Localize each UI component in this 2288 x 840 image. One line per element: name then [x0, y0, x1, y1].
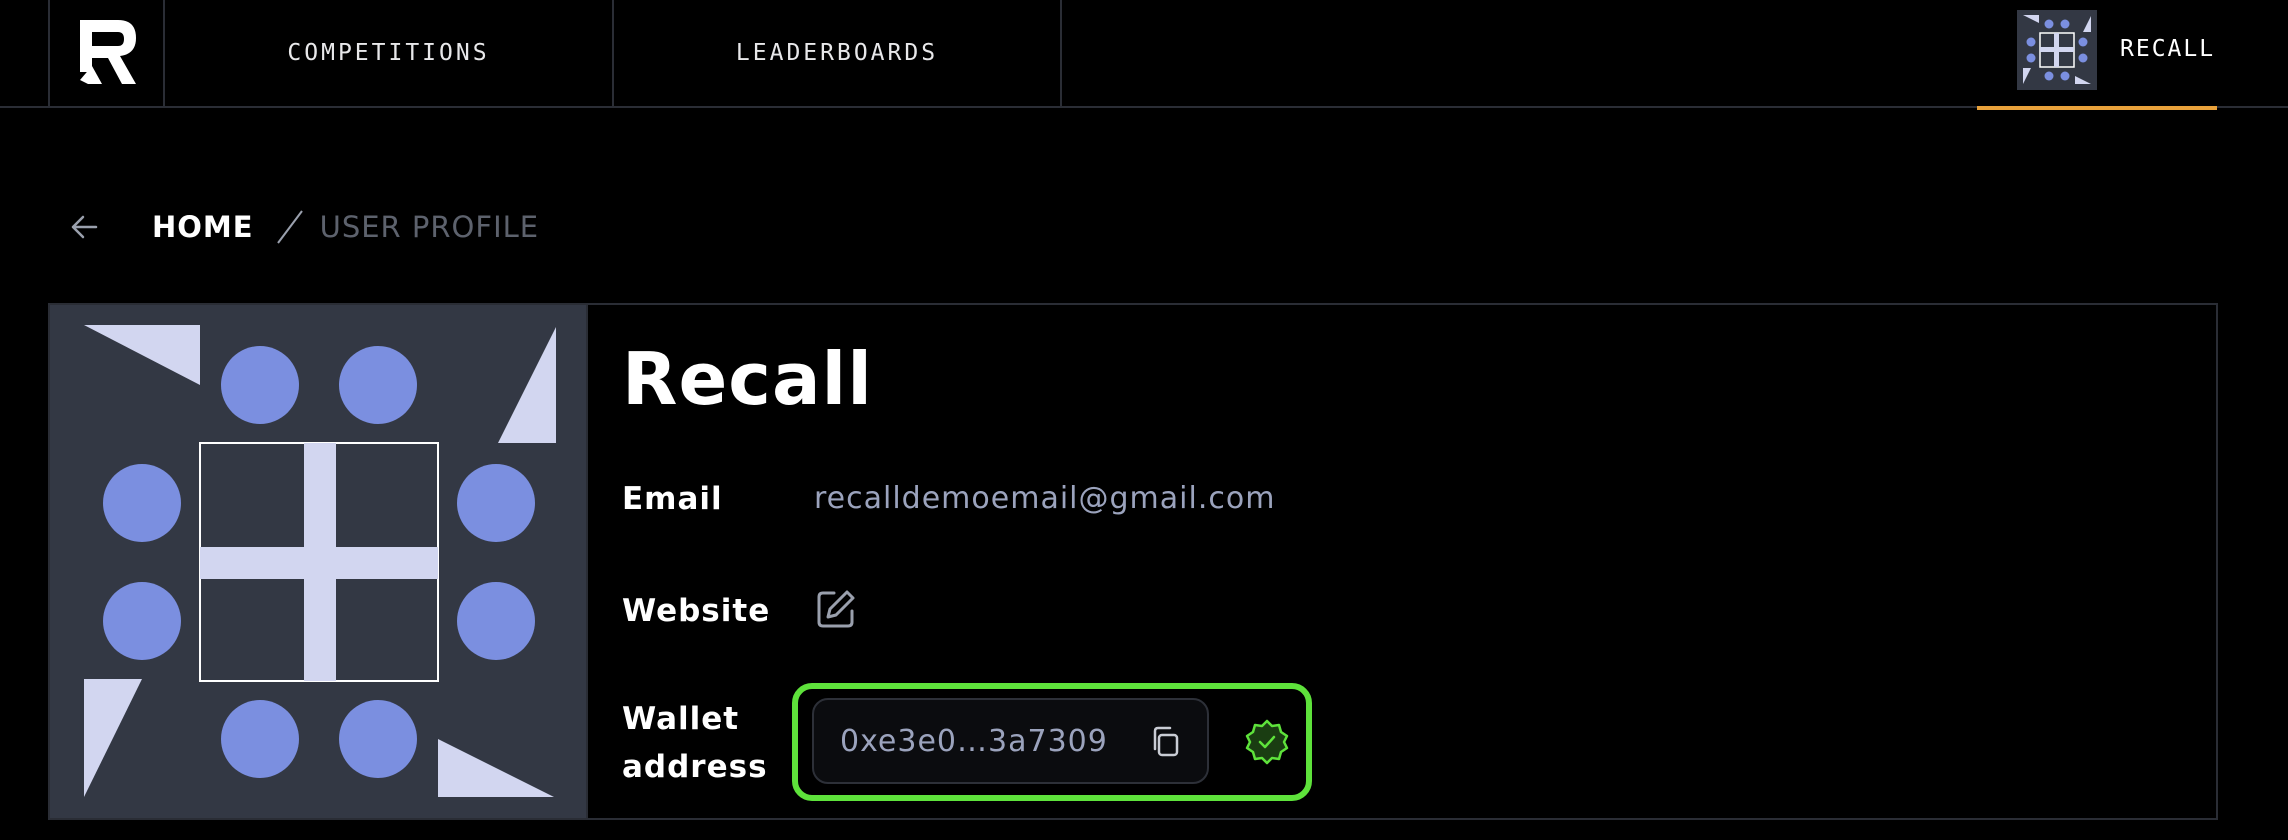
edit-icon	[817, 590, 855, 628]
user-name: RECALL	[2120, 36, 2216, 62]
wallet-address-field: 0xe3e0…3a7309	[812, 698, 1209, 784]
breadcrumb-home-link[interactable]: HOME	[152, 210, 254, 244]
email-label: Email	[622, 481, 723, 517]
verified-badge-icon	[1245, 719, 1289, 765]
logo[interactable]	[48, 0, 163, 106]
arrow-left-icon	[71, 215, 98, 239]
email-value: recalldemoemail@gmail.com	[814, 481, 1276, 516]
user-menu[interactable]: RECALL	[1977, 0, 2217, 110]
breadcrumb-separator-icon	[276, 210, 303, 244]
profile-avatar	[50, 305, 588, 818]
active-underline	[1977, 106, 2217, 110]
profile-card: Recall Email recalldemoemail@gmail.com W…	[48, 303, 2218, 820]
nav-competitions-label: COMPETITIONS	[287, 40, 490, 66]
website-label: Website	[622, 593, 771, 629]
wallet-address-value: 0xe3e0…3a7309	[840, 724, 1108, 759]
wallet-address-label: Wallet address	[622, 701, 768, 785]
recall-logo-icon	[80, 20, 136, 84]
top-navigation: COMPETITIONS LEADERBOARDS RECALL	[0, 0, 2288, 110]
profile-name: Recall	[622, 337, 873, 421]
avatar	[2017, 10, 2097, 90]
copy-icon	[1153, 726, 1179, 757]
breadcrumb: HOME USER PROFILE	[64, 205, 539, 249]
nav-competitions[interactable]: COMPETITIONS	[163, 0, 612, 106]
copy-wallet-button[interactable]	[1148, 724, 1184, 760]
nav-leaderboards-label: LEADERBOARDS	[735, 40, 939, 66]
edit-website-button[interactable]	[814, 587, 858, 631]
nav-leaderboards[interactable]: LEADERBOARDS	[612, 0, 1062, 106]
back-button[interactable]	[64, 207, 104, 247]
breadcrumb-current: USER PROFILE	[319, 210, 540, 244]
profile-avatar-image	[84, 325, 556, 797]
